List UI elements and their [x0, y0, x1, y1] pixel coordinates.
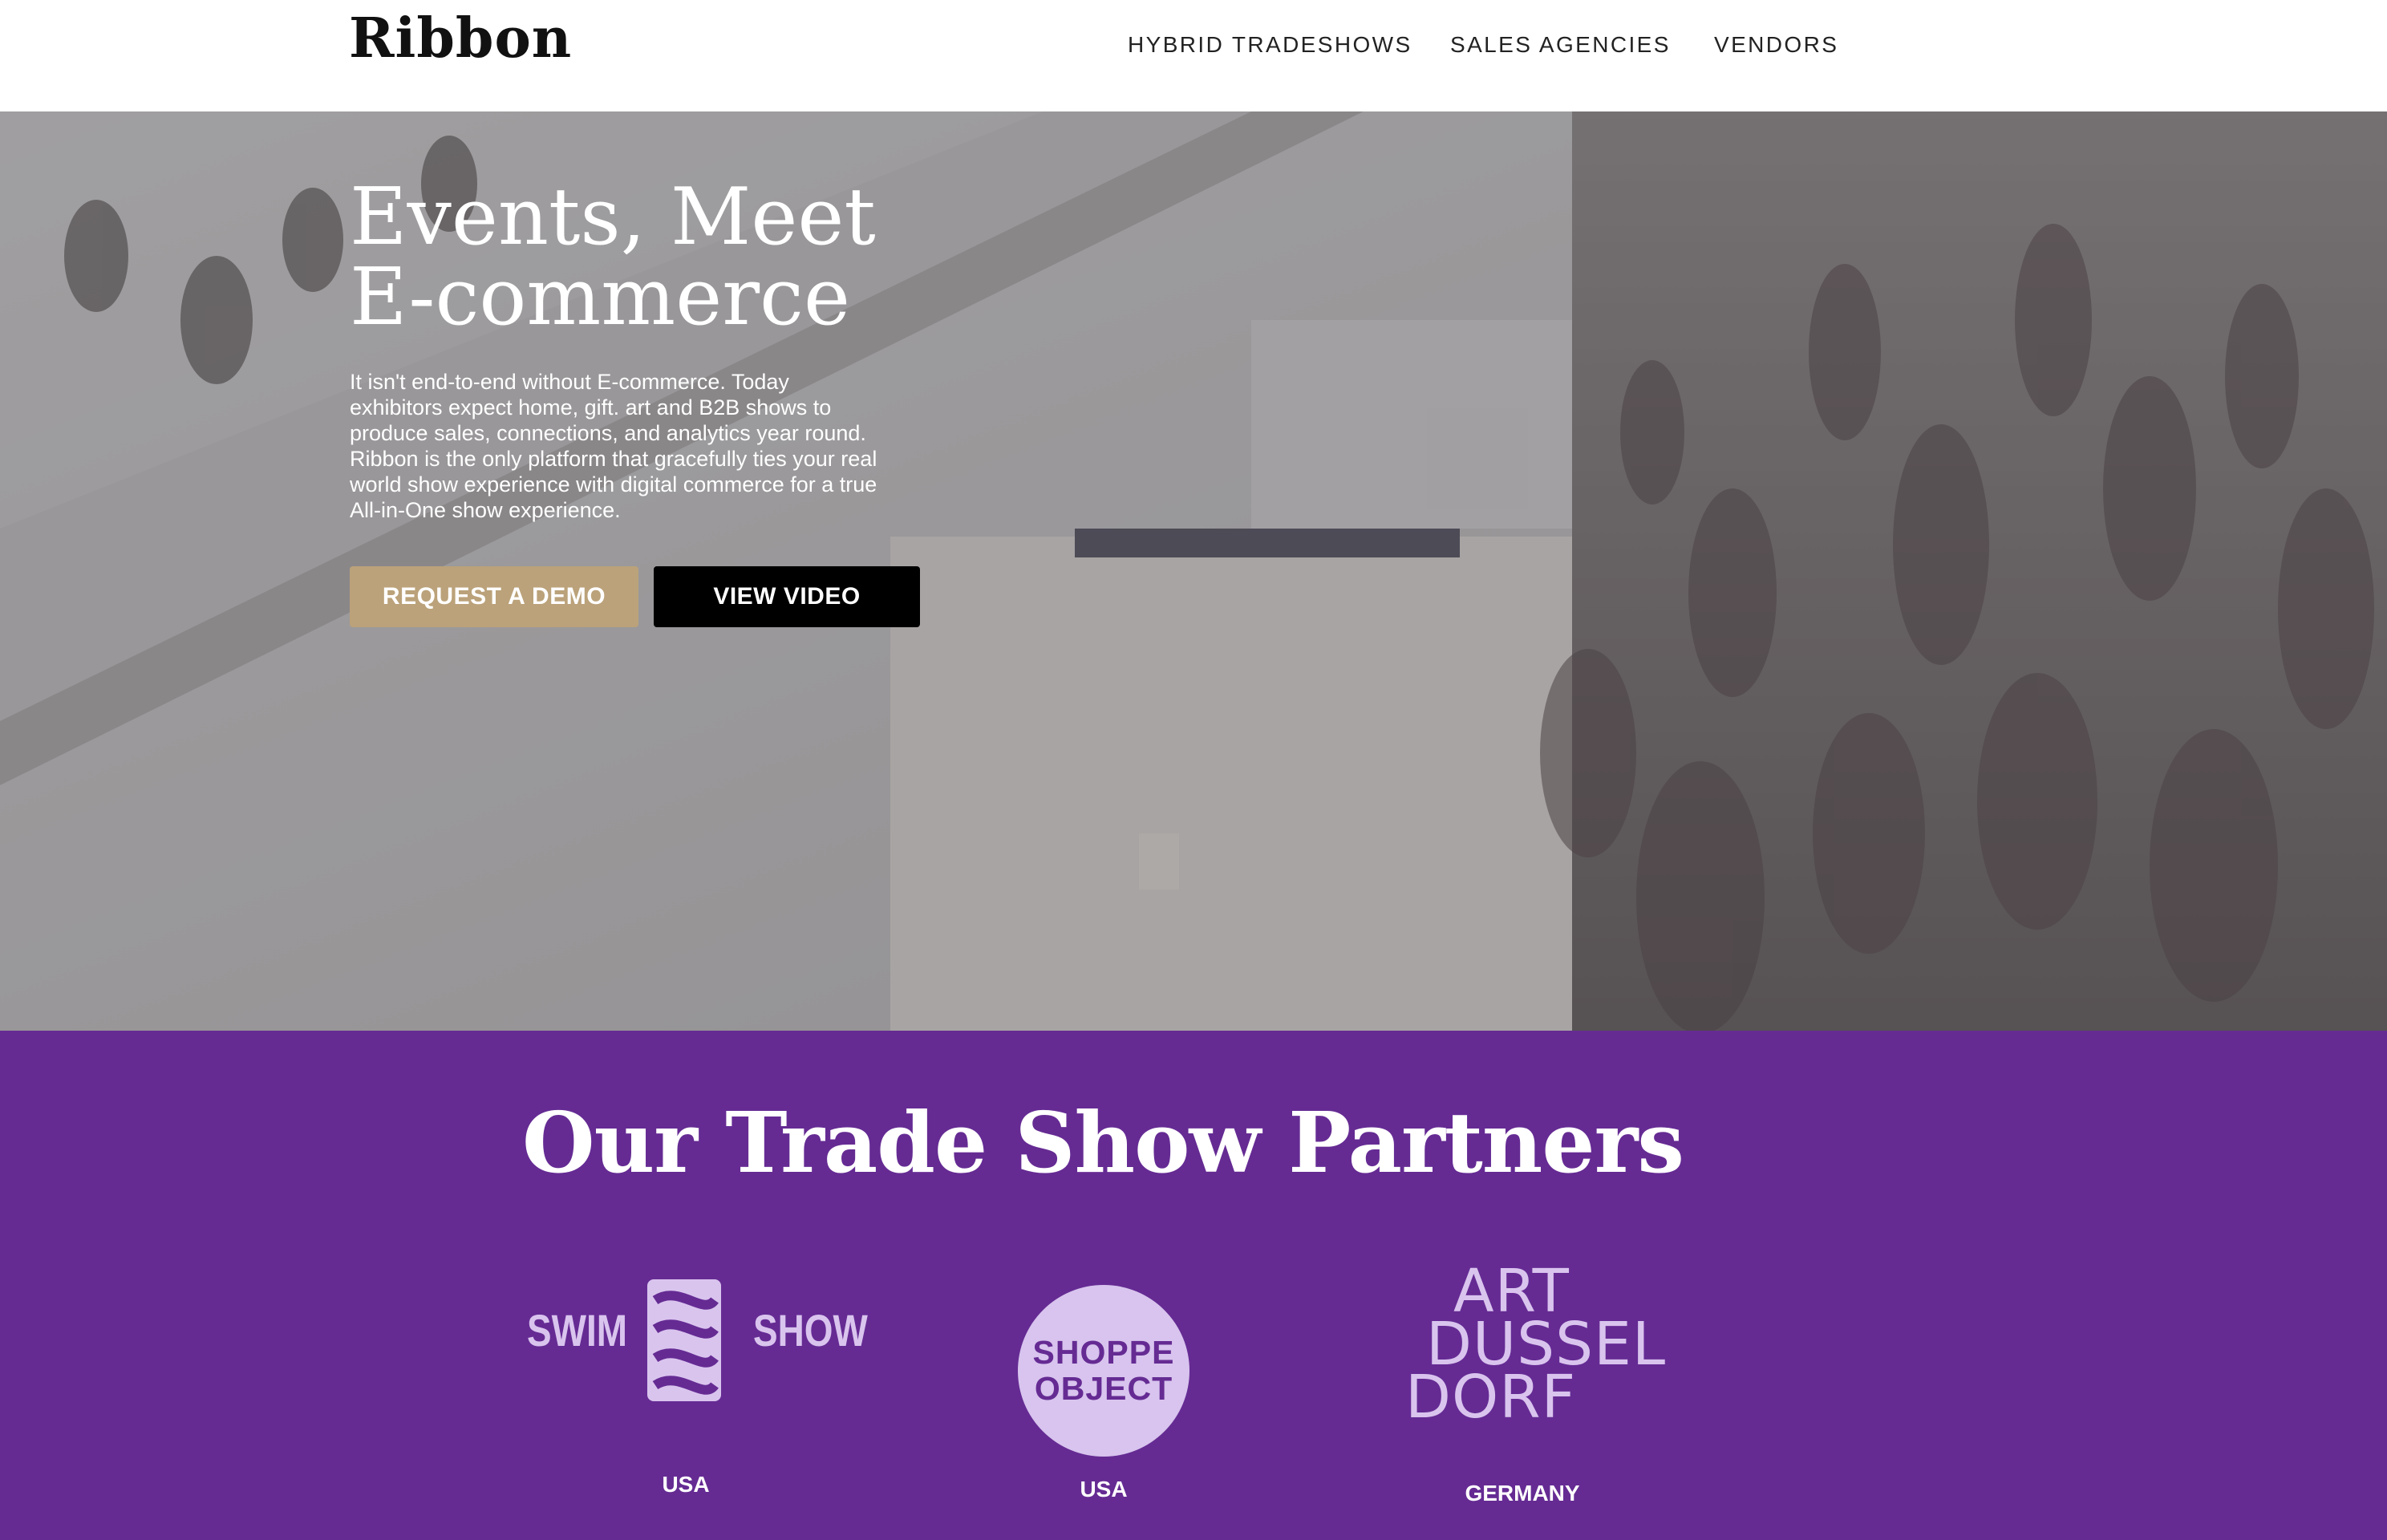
partner-shoppe-object[interactable]: SHOPPE OBJECT [1018, 1285, 1189, 1457]
swim-show-logo-right-word: SHOW [753, 1305, 868, 1356]
site-header: Ribbon HYBRID TRADESHOWS SALES AGENCIES … [0, 0, 2387, 111]
partner-country-swim-show: USA [662, 1472, 710, 1497]
partner-country-art-dusseldorf: GERMANY [1465, 1481, 1580, 1506]
swim-show-logo-left-word: SWIM [527, 1305, 627, 1356]
nav-hybrid-tradeshows[interactable]: HYBRID TRADESHOWS [1128, 32, 1412, 58]
swim-show-s-mark-icon [647, 1279, 721, 1401]
hero-title-line2: E-commerce [350, 252, 850, 343]
partner-art-dusseldorf[interactable]: ART DUSSEL DORF [1402, 1262, 1665, 1432]
partner-swim-show[interactable]: SWIM SHOW [525, 1271, 868, 1432]
hero-title-line1: Events, Meet [350, 172, 876, 263]
hero-section: Events, Meet E-commerce It isn't end-to-… [0, 111, 2387, 1031]
partners-section: Our Trade Show Partners SWIM SHOW USA SH… [0, 1031, 2387, 1540]
partner-country-shoppe-object: USA [1080, 1477, 1128, 1502]
nav-vendors[interactable]: VENDORS [1714, 32, 1838, 58]
ribbon-logo[interactable]: Ribbon [349, 6, 572, 71]
view-video-button[interactable]: VIEW VIDEO [654, 566, 920, 627]
hero-description: It isn't end-to-end without E-commerce. … [350, 370, 877, 522]
partners-title: Our Trade Show Partners [522, 1093, 1684, 1192]
shoppe-object-logo-line1: SHOPPE [1032, 1334, 1175, 1371]
art-dusseldorf-logo-line3: DORF [1405, 1363, 1577, 1432]
request-demo-button[interactable]: REQUEST A DEMO [350, 566, 638, 627]
hero-title: Events, Meet E-commerce [350, 177, 1072, 338]
nav-sales-agencies[interactable]: SALES AGENCIES [1450, 32, 1671, 58]
shoppe-object-logo-line2: OBJECT [1034, 1370, 1173, 1407]
